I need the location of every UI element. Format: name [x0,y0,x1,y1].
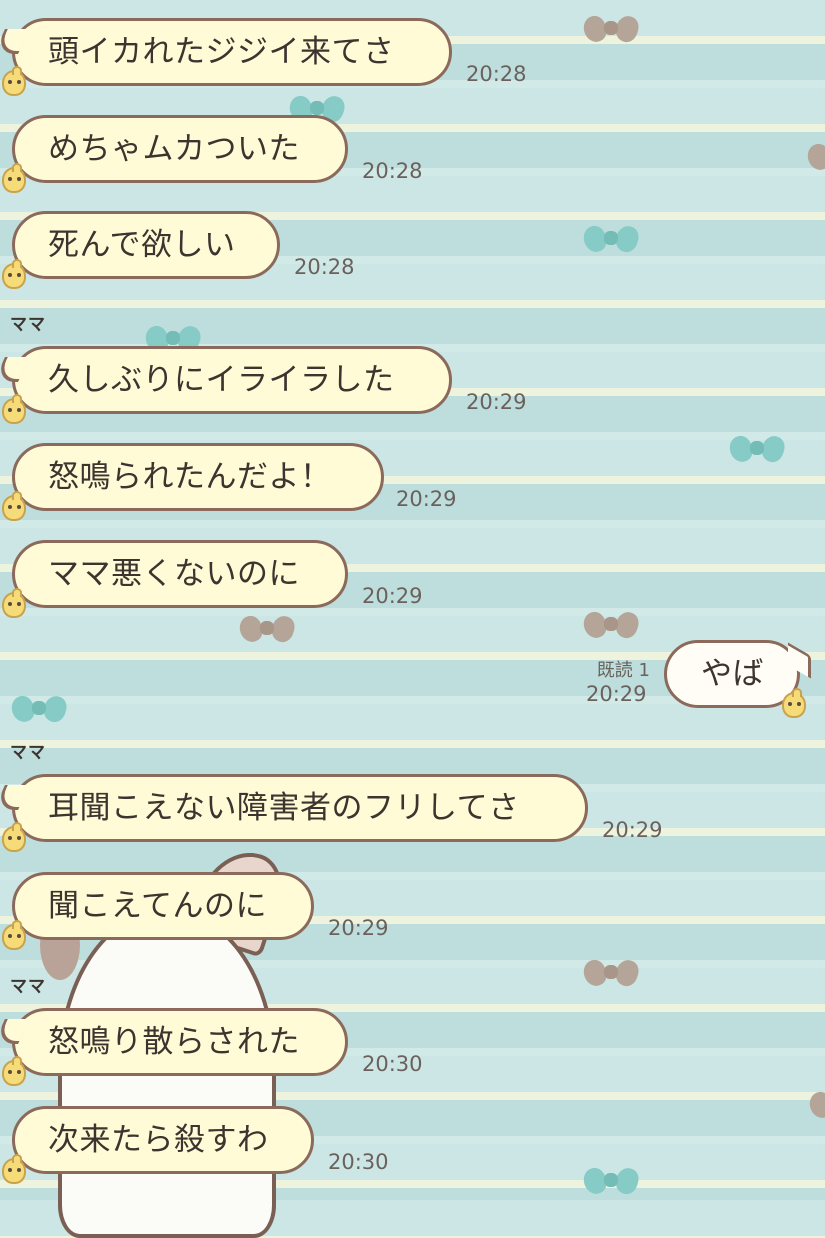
message-bubble[interactable]: ママ悪くないのに [12,540,348,608]
message-text: 頭イカれたジジイ来てさ [48,34,395,70]
message-time: 20:29 [328,916,389,940]
message-text: 次来たら殺すわ [48,1122,269,1158]
message-text: 死んで欲しい [48,227,236,263]
bow-decoration-icon [580,222,642,256]
bow-decoration-icon [804,140,825,174]
sender-name: ママ [10,977,46,997]
chick-icon [2,822,26,852]
message-bubble[interactable]: 頭イカれたジジイ来てさ [12,18,452,86]
bow-decoration-icon [580,1164,642,1198]
message-text: 怒鳴り散らされた [48,1024,300,1060]
message-bubble[interactable]: 次来たら殺すわ [12,1106,314,1174]
read-receipt: 既読 1 [596,660,650,681]
bow-decoration-icon [236,612,298,646]
chick-icon [2,1056,26,1086]
message-time: 20:28 [466,62,527,86]
message-time: 20:29 [466,390,527,414]
message-time: 20:28 [294,255,355,279]
message-bubble[interactable]: 久しぶりにイライラした [12,346,452,414]
bow-decoration-icon [580,956,642,990]
message-time: 20:29 [396,487,457,511]
message-time: 20:30 [362,1052,423,1076]
message-bubble[interactable]: 死んで欲しい [12,211,280,279]
chick-icon [782,688,806,718]
message-bubble[interactable]: 聞こえてんのに [12,872,314,940]
message-text: 久しぶりにイライラした [48,362,395,398]
message-text: やば [701,656,764,692]
message-text: ママ悪くないのに [48,556,300,592]
message-time: 20:29 [602,818,663,842]
message-time: 20:30 [328,1150,389,1174]
message-bubble[interactable]: 怒鳴られたんだよ！ [12,443,384,511]
message-bubble[interactable]: 耳聞こえない障害者のフリしてさ [12,774,588,842]
chick-icon [2,394,26,424]
bow-decoration-icon [580,608,642,642]
message-text: 耳聞こえない障害者のフリしてさ [48,790,520,826]
chick-icon [2,588,26,618]
bow-decoration-icon [806,1088,825,1122]
sender-name: ママ [10,315,46,335]
chick-icon [2,66,26,96]
message-bubble[interactable]: 怒鳴り散らされた [12,1008,348,1076]
bow-decoration-icon [580,12,642,46]
chat-view[interactable]: 頭イカれたジジイ来てさ 20:28 めちゃムカついた 20:28 死んで欲しい … [0,0,825,1238]
message-time: 20:28 [362,159,423,183]
message-time: 20:29 [586,682,647,706]
bow-decoration-icon [8,692,70,726]
chick-icon [2,1154,26,1184]
message-text: 聞こえてんのに [48,888,267,924]
message-text: 怒鳴られたんだよ！ [48,459,332,495]
chick-icon [2,259,26,289]
chick-icon [2,920,26,950]
chick-icon [2,163,26,193]
message-bubble[interactable]: めちゃムカついた [12,115,348,183]
bow-decoration-icon [726,432,788,466]
message-bubble-outgoing[interactable]: やば [664,640,800,708]
sender-name: ママ [10,743,46,763]
chick-icon [2,491,26,521]
message-text: めちゃムカついた [48,131,300,167]
message-time: 20:29 [362,584,423,608]
